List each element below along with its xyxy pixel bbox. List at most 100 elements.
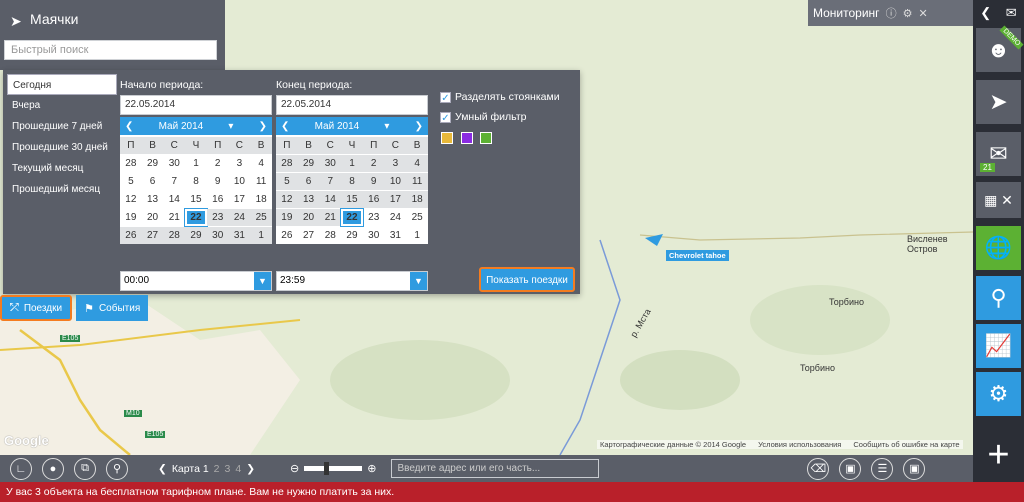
calendar-day[interactable]: 4 [406, 155, 428, 172]
calendar-day[interactable]: 23 [206, 209, 229, 226]
calendar-day[interactable]: 17 [229, 191, 251, 208]
prev-month-icon[interactable]: ❮ [125, 121, 133, 132]
calendar-day[interactable]: 26 [120, 227, 142, 244]
color-swatch[interactable] [480, 132, 492, 144]
month-dropdown-icon[interactable]: ▾ [228, 121, 233, 132]
calendar-month[interactable]: Май 2014 [159, 121, 204, 132]
period-last-7-days[interactable]: Прошедшие 7 дней [7, 116, 117, 137]
calendar-day[interactable]: 11 [250, 173, 272, 190]
zoom-out-icon[interactable]: ⊖ [290, 462, 299, 475]
layout-button[interactable]: ▦ ✕ [976, 182, 1021, 218]
prev-month-icon[interactable]: ❮ [281, 121, 289, 132]
calendar-day[interactable]: 18 [250, 191, 272, 208]
calendar-day[interactable]: 27 [298, 227, 320, 244]
calendar-day[interactable]: 20 [297, 209, 320, 226]
report-error-link[interactable]: Сообщить об ошибке на карте [853, 440, 959, 449]
calendar-day[interactable]: 1 [250, 227, 272, 244]
layers-icon[interactable]: ☰ [871, 457, 894, 480]
calendar-day[interactable]: 7 [163, 173, 185, 190]
period-last-month[interactable]: Прошедший месяц [7, 179, 117, 200]
places-button[interactable]: ⚲ [976, 276, 1021, 320]
calendar-day[interactable]: 10 [229, 173, 251, 190]
period-today[interactable]: Сегодня [7, 74, 117, 95]
calendar-day[interactable]: 3 [384, 155, 407, 172]
vehicle-label[interactable]: Chevrolet tahoe [666, 250, 729, 261]
zoom-slider[interactable] [304, 462, 363, 475]
color-swatch[interactable] [461, 132, 473, 144]
calendar-day[interactable]: 3 [229, 155, 251, 172]
settings-icon[interactable]: ⚙ [903, 7, 913, 20]
calendar-day[interactable]: 12 [120, 191, 142, 208]
calendar-day[interactable]: 13 [297, 191, 320, 208]
fullscreen-icon[interactable]: ▣ [903, 457, 926, 480]
calendar-day[interactable]: 15 [341, 191, 363, 208]
calendar-day[interactable]: 1 [185, 155, 207, 172]
map-button[interactable]: 🌐 [976, 226, 1021, 270]
eraser-icon[interactable]: ⌫ [807, 457, 830, 480]
calendar-day[interactable]: 8 [185, 173, 207, 190]
help-icon[interactable]: ⓘ [886, 5, 897, 21]
calendar-day[interactable]: 19 [276, 209, 298, 226]
calendar-day[interactable]: 30 [363, 227, 385, 244]
calendar-day[interactable]: 14 [319, 191, 342, 208]
calendar-day[interactable]: 5 [120, 173, 142, 190]
start-time-input[interactable]: 00:00 ▼ [120, 271, 272, 291]
calendar-day[interactable]: 30 [206, 227, 229, 244]
period-yesterday[interactable]: Вчера [7, 95, 117, 116]
calendar-day[interactable]: 26 [276, 227, 298, 244]
end-time-input[interactable]: 23:59 ▼ [276, 271, 428, 291]
reports-button[interactable]: 📈 [976, 324, 1021, 368]
calendar-day[interactable]: 10 [384, 173, 407, 190]
calendar-day[interactable]: 30 [163, 155, 185, 172]
calendar-day[interactable]: 6 [142, 173, 164, 190]
calendar-day[interactable]: 20 [142, 209, 164, 226]
end-date-input[interactable]: 22.05.2014 [276, 95, 428, 115]
calendar-day[interactable]: 25 [406, 209, 428, 226]
calendar-day[interactable]: 16 [207, 191, 229, 208]
calendar-day[interactable]: 29 [142, 155, 164, 172]
calendar-day[interactable]: 29 [341, 227, 363, 244]
calendar-day[interactable]: 18 [406, 191, 428, 208]
calendar-day[interactable]: 29 [297, 155, 320, 172]
settings-button[interactable]: ⚙ [976, 372, 1021, 416]
calendar-day[interactable]: 12 [276, 191, 298, 208]
chevron-down-icon[interactable]: ▼ [410, 272, 427, 290]
messages-button[interactable]: ✉ 21 [976, 132, 1021, 176]
collapse-icon[interactable]: ❮ [980, 5, 991, 21]
next-map-icon[interactable]: ❯ [246, 463, 255, 475]
calendar-day[interactable]: 29 [185, 227, 207, 244]
calendar-day[interactable]: 7 [319, 173, 342, 190]
calendar-day[interactable]: 14 [163, 191, 185, 208]
calendar-day[interactable]: 22 [340, 208, 364, 227]
traffic-icon[interactable]: ● [42, 457, 64, 480]
show-trips-button[interactable]: Показать поездки [479, 267, 575, 292]
calendar-day[interactable]: 1 [406, 227, 428, 244]
calendar-day[interactable]: 28 [163, 227, 186, 244]
calendar-day[interactable]: 21 [163, 209, 185, 226]
calendar-day[interactable]: 2 [207, 155, 229, 172]
map-page[interactable]: 2 [214, 463, 220, 475]
split-stops-checkbox[interactable]: ✓ Разделять стоянками [440, 91, 560, 104]
calendar-month[interactable]: Май 2014 [315, 121, 360, 132]
crop-icon[interactable]: ▣ [839, 457, 862, 480]
period-last-30-days[interactable]: Прошедшие 30 дней [7, 137, 117, 158]
calendar-day[interactable]: 19 [120, 209, 142, 226]
tab-trips[interactable]: ⤱ Поездки [0, 295, 73, 321]
add-button[interactable]: + [973, 432, 1024, 482]
calendar-day[interactable]: 8 [341, 173, 363, 190]
calendar-day[interactable]: 27 [141, 227, 164, 244]
tab-events[interactable]: ⚑ События [76, 295, 149, 321]
zoom-handle[interactable] [324, 462, 330, 475]
terms-link[interactable]: Условия использования [758, 440, 841, 449]
calendar-day[interactable]: 17 [384, 191, 407, 208]
calendar-day[interactable]: 28 [319, 227, 341, 244]
smart-filter-checkbox[interactable]: ✓ Умный фильтр [440, 111, 526, 124]
calendar-day[interactable]: 28 [120, 155, 142, 172]
location-pin-icon[interactable]: ⚲ [106, 457, 128, 480]
ruler-icon[interactable]: ∟ [10, 457, 32, 480]
profile-button[interactable]: ☻ DEMO [976, 25, 1024, 72]
vehicle-marker-icon[interactable] [645, 234, 665, 248]
period-current-month[interactable]: Текущий месяц [7, 158, 117, 179]
map-current[interactable]: Карта 1 [172, 463, 209, 475]
calendar-day[interactable]: 15 [185, 191, 207, 208]
